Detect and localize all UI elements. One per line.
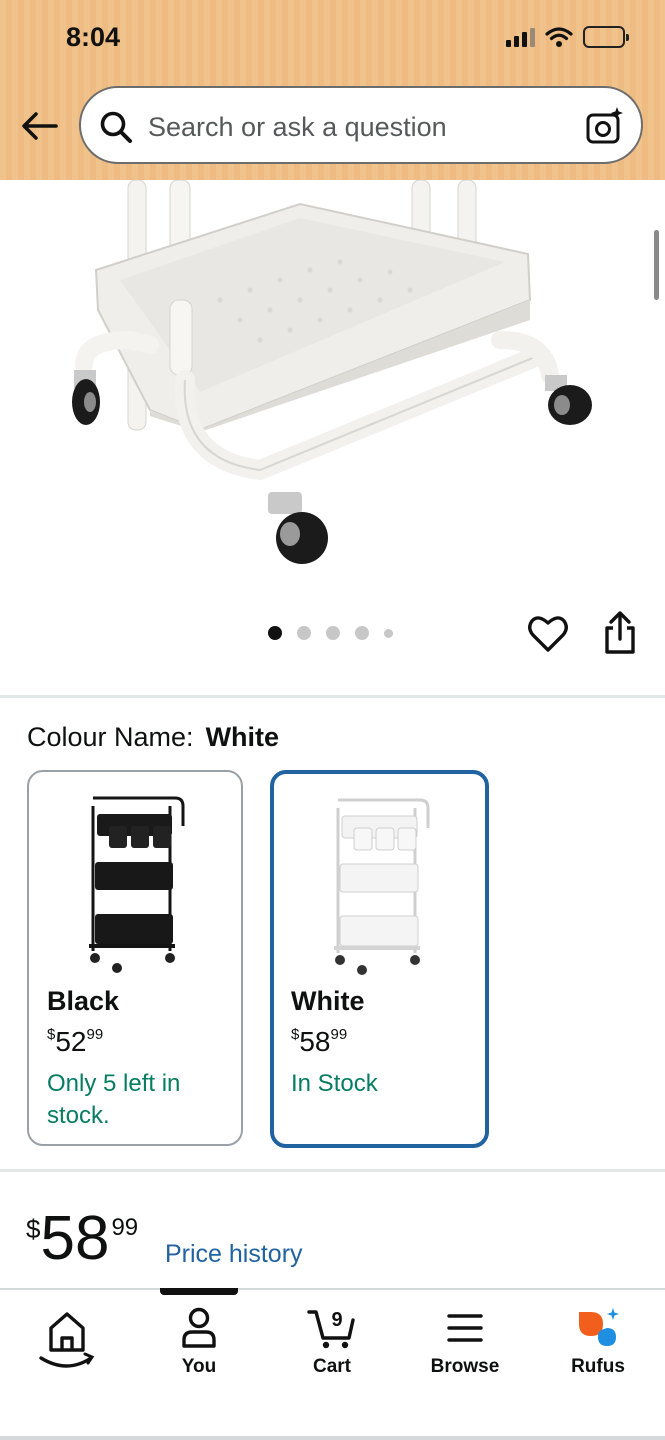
search-bar[interactable]: Search or ask a question — [79, 86, 643, 164]
camera-search-icon[interactable] — [585, 106, 625, 146]
divider — [0, 1169, 665, 1172]
selected-colour: White — [205, 722, 280, 752]
signal-icon — [506, 27, 535, 47]
bottom-nav: You 9 Cart Browse Rufus — [0, 1288, 665, 1440]
pagination-dot[interactable] — [384, 628, 393, 638]
swatch-price: $5299 — [47, 1026, 103, 1058]
pagination-dot[interactable] — [268, 626, 282, 640]
nav-label: Rufus — [571, 1356, 625, 1377]
menu-icon — [447, 1314, 483, 1342]
bottom-edge — [0, 1436, 665, 1440]
search-placeholder[interactable]: Search or ask a question — [148, 112, 447, 143]
pagination-dot[interactable] — [326, 626, 340, 640]
pagination-dot[interactable] — [355, 626, 369, 640]
home-icon — [39, 1312, 95, 1368]
active-tab-indicator — [160, 1288, 238, 1295]
stock-status: Only 5 left in stock. — [47, 1070, 181, 1129]
price-whole: 58 — [299, 1026, 331, 1057]
swatch-white[interactable]: White $5899 In Stock — [270, 770, 489, 1148]
nav-label: You — [181, 1356, 217, 1377]
share-icon[interactable] — [598, 610, 642, 656]
swatch-black[interactable]: Black $5299 Only 5 left in stock. — [27, 770, 243, 1146]
swatch-name: White — [291, 986, 365, 1016]
white-cart-thumbnail — [333, 798, 429, 975]
wifi-icon — [545, 27, 573, 47]
swatch-price: $5899 — [291, 1026, 347, 1058]
nav-home[interactable] — [12, 1306, 122, 1378]
person-icon — [182, 1307, 216, 1348]
price-whole: 58 — [40, 1204, 110, 1273]
product-price: $ 58 99 — [26, 1206, 138, 1272]
swatch-name: Black — [47, 986, 120, 1016]
status-icons — [506, 26, 629, 48]
cart-icon: 9 — [307, 1309, 355, 1349]
nav-browse[interactable]: Browse — [410, 1306, 520, 1378]
price-fraction: 99 — [86, 1026, 104, 1043]
product-image[interactable] — [0, 180, 665, 600]
price-history-link[interactable]: Price history — [165, 1240, 303, 1269]
price-fraction: 99 — [111, 1214, 139, 1241]
divider — [0, 695, 665, 698]
scroll-indicator[interactable] — [654, 230, 659, 300]
product-page: 8:04 Search or ask a question Colour Nam… — [0, 0, 665, 1440]
pagination-dot[interactable] — [297, 626, 311, 640]
price-fraction: 99 — [330, 1026, 348, 1043]
nav-label: Cart — [312, 1356, 351, 1377]
heart-icon[interactable] — [526, 612, 570, 656]
nav-rufus[interactable]: Rufus — [543, 1306, 653, 1378]
back-arrow-icon[interactable] — [18, 104, 62, 148]
stock-status: In Stock — [291, 1070, 378, 1097]
search-icon — [100, 111, 132, 143]
price-whole: 52 — [55, 1026, 87, 1057]
nav-you[interactable]: You — [144, 1306, 254, 1378]
nav-cart[interactable]: 9 Cart — [277, 1306, 387, 1378]
black-cart-thumbnail — [89, 796, 185, 973]
colour-label: Colour Name: White — [27, 722, 279, 753]
battery-icon — [583, 26, 629, 48]
status-time: 8:04 — [66, 22, 121, 52]
image-pagination[interactable] — [268, 626, 393, 640]
header: 8:04 Search or ask a question — [0, 0, 665, 180]
colour-label-text: Colour Name: — [27, 722, 194, 752]
nav-label: Browse — [430, 1356, 500, 1377]
price-symbol: $ — [26, 1214, 41, 1244]
rufus-icon — [579, 1308, 619, 1346]
cart-count: 9 — [331, 1309, 342, 1331]
